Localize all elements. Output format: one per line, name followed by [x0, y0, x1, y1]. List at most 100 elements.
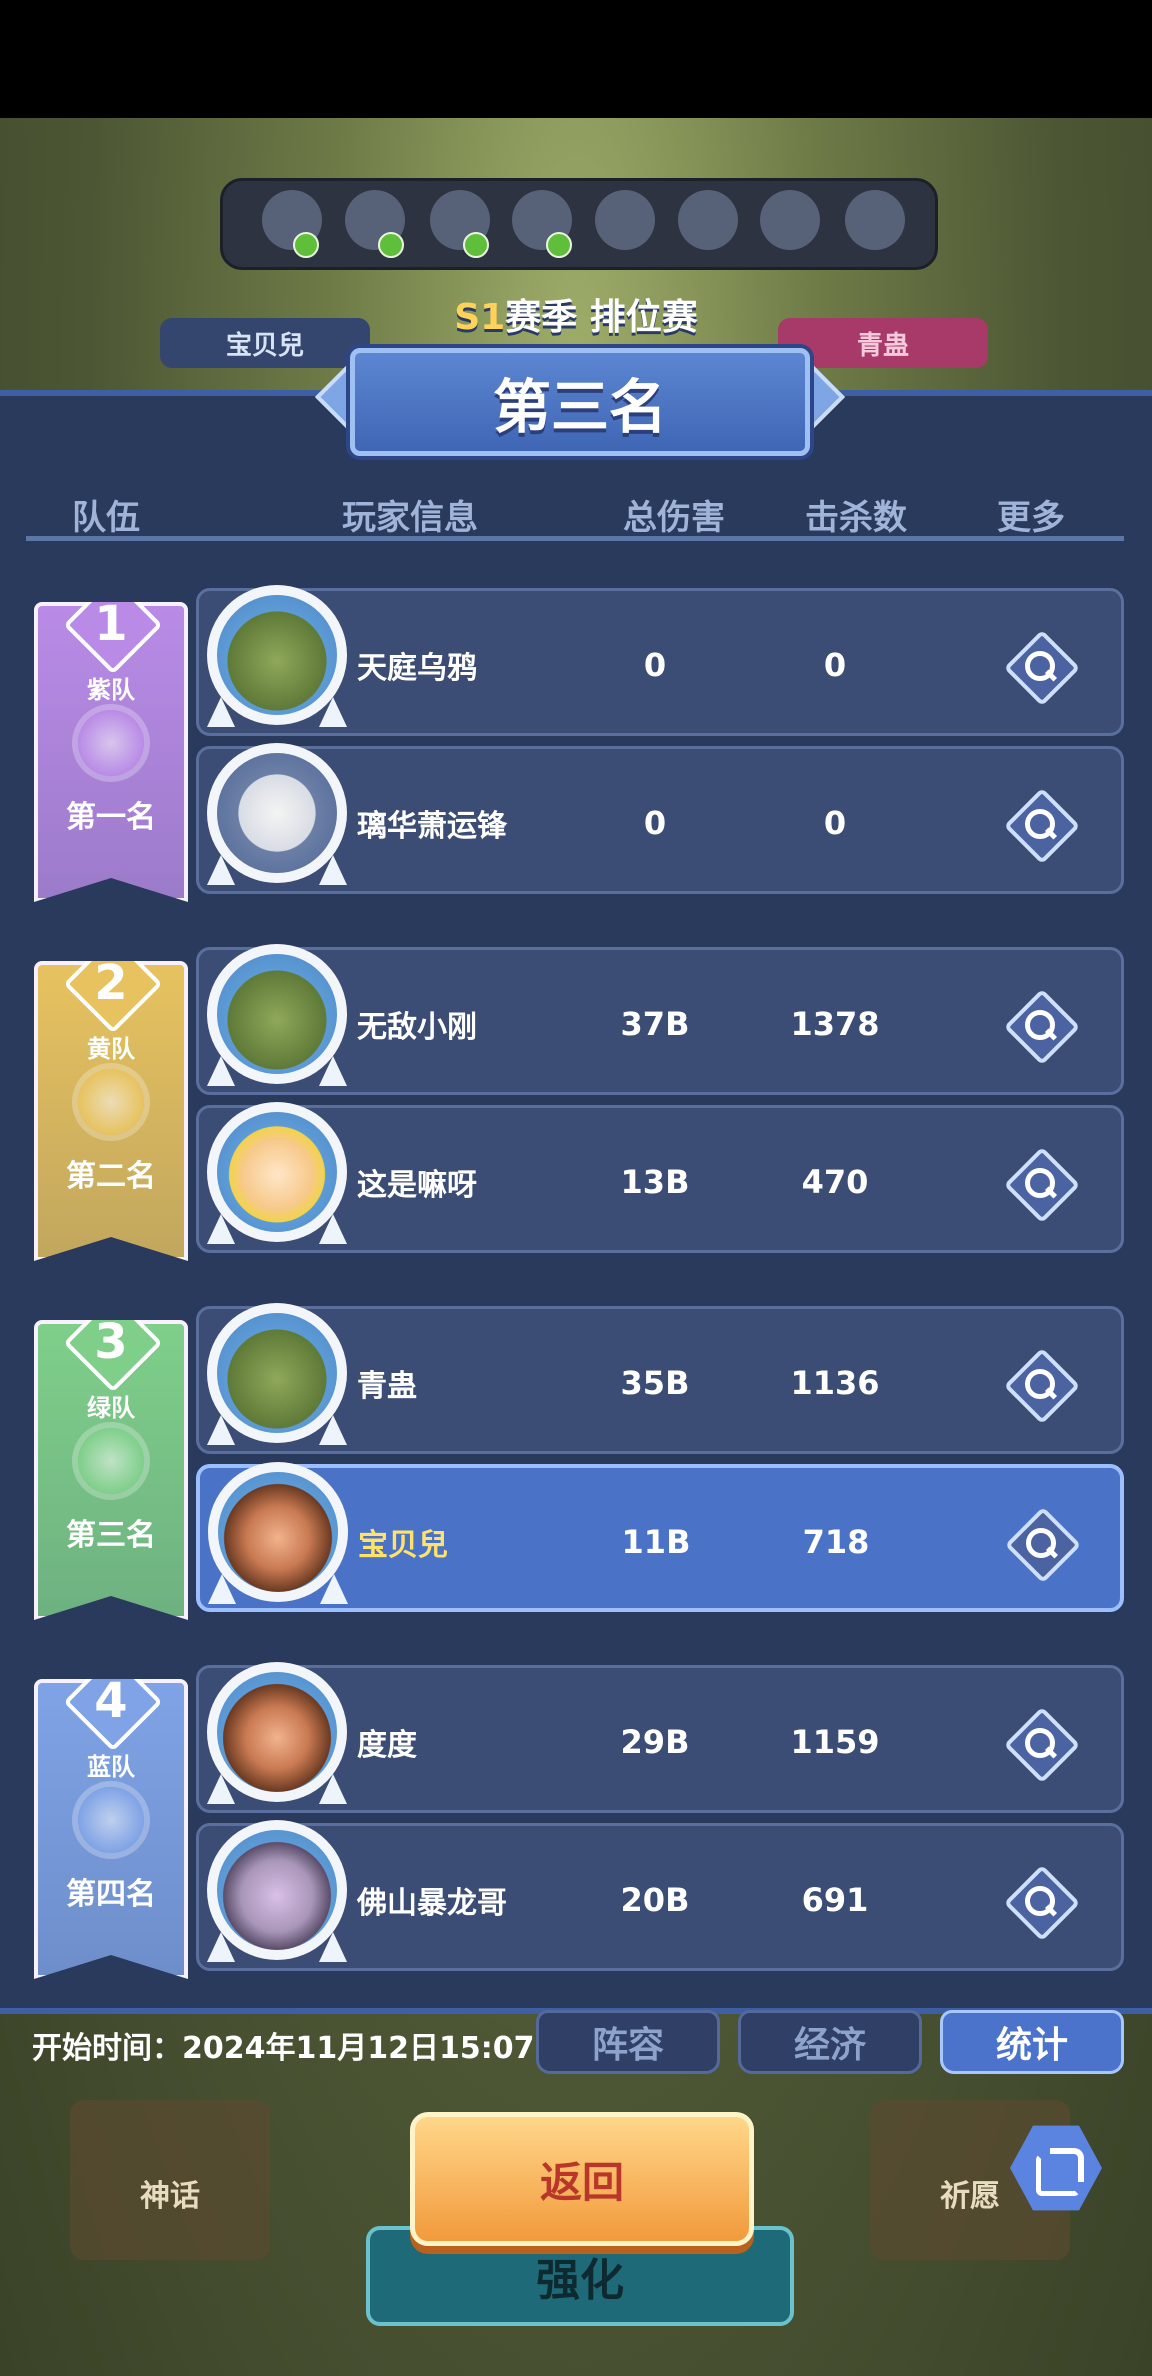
team-banner: 2 黄队 第二名: [34, 961, 188, 1261]
start-time-value: 2024年11月12日15:07: [182, 2031, 535, 2066]
snow-tree-icon: [207, 1056, 235, 1086]
player-name: 天庭乌鸦: [357, 651, 477, 686]
share-button[interactable]: [1010, 2122, 1102, 2214]
hero-slot-icon: [678, 190, 738, 250]
team-number: 3: [94, 1314, 128, 1370]
player-row[interactable]: 璃华萧运锋 0 0: [196, 743, 1124, 894]
header-kills: 击杀数: [805, 498, 907, 538]
team-rank: 第四名: [66, 1877, 156, 1912]
team-emblem-icon: [78, 710, 144, 776]
team-name: 紫队: [87, 676, 135, 704]
team-name: 绿队: [87, 1394, 135, 1422]
start-time-label: 开始时间：: [32, 2031, 182, 2066]
team-emblem-icon: [78, 1069, 144, 1135]
player-row[interactable]: 青蛊 35B 1136: [196, 1303, 1124, 1454]
hero-slot-icon: [845, 190, 905, 250]
header-divider: [26, 536, 1124, 541]
team-emblem-icon: [78, 1787, 144, 1853]
team-number: 4: [94, 1673, 128, 1729]
team-banner: 3 绿队 第三名: [34, 1320, 188, 1620]
snow-tree-icon: [207, 697, 235, 727]
player-name: 宝贝兒: [358, 1528, 448, 1563]
player-damage: 0: [643, 804, 667, 842]
check-icon: [293, 232, 319, 258]
myth-label: 神话: [140, 2179, 200, 2214]
player-name: 度度: [357, 1728, 417, 1763]
hero-slot-icon: [595, 190, 655, 250]
snow-tree-icon: [207, 1774, 235, 1804]
player-name: 无敌小刚: [357, 1010, 477, 1045]
hero-slot-icon: [760, 190, 820, 250]
more-info-button[interactable]: [1003, 1347, 1081, 1425]
snow-tree-icon: [319, 1415, 347, 1445]
snow-tree-icon: [207, 1932, 235, 1962]
player-name: 这是嘛呀: [357, 1168, 477, 1203]
header-more: 更多: [997, 498, 1065, 538]
share-arrow-shape: [1050, 2148, 1084, 2182]
more-info-button[interactable]: [1004, 1506, 1082, 1584]
snow-tree-icon: [207, 1415, 235, 1445]
start-time: 开始时间： 2024年11月12日15:07: [32, 2020, 535, 2070]
brownhair-avatar: [207, 1656, 347, 1806]
team-banner: 4 蓝队 第四名: [34, 1679, 188, 1979]
player-kills: 470: [801, 1163, 869, 1201]
player-damage: 11B: [621, 1523, 691, 1561]
team-name: 黄队: [87, 1035, 135, 1063]
player-row[interactable]: 天庭乌鸦 0 0: [196, 585, 1124, 736]
croc-avatar: [207, 579, 347, 729]
check-icon: [546, 232, 572, 258]
brownhair-avatar: [208, 1456, 348, 1606]
croc-avatar: [207, 938, 347, 1088]
player-row[interactable]: 这是嘛呀 13B 470: [196, 1102, 1124, 1253]
player-kills: 718: [802, 1523, 870, 1561]
tab-lineup[interactable]: 阵容: [536, 2010, 720, 2074]
player-name: 佛山暴龙哥: [357, 1886, 507, 1921]
player-row[interactable]: 无敌小刚 37B 1378: [196, 944, 1124, 1095]
team-rank: 第二名: [66, 1159, 156, 1194]
player-row[interactable]: 宝贝兒 11B 718: [196, 1462, 1124, 1612]
more-info-button[interactable]: [1003, 1706, 1081, 1784]
season-prefix: S1: [454, 297, 506, 338]
more-info-button[interactable]: [1003, 787, 1081, 865]
team-emblem-icon: [78, 1428, 144, 1494]
team-rank: 第三名: [66, 1518, 156, 1553]
status-bar: [0, 0, 1152, 118]
snow-tree-icon: [207, 1214, 235, 1244]
header-team: 队伍: [72, 498, 140, 538]
team-rank: 第一名: [66, 800, 156, 835]
season-title: S1赛季 排位赛: [0, 288, 1152, 340]
check-icon: [463, 232, 489, 258]
player-damage: 29B: [620, 1723, 690, 1761]
more-info-button[interactable]: [1003, 1864, 1081, 1942]
snow-tree-icon: [319, 1932, 347, 1962]
player-row[interactable]: 度度 29B 1159: [196, 1662, 1124, 1813]
player-kills: 0: [823, 804, 847, 842]
back-button[interactable]: 返回: [410, 2112, 754, 2246]
more-info-button[interactable]: [1003, 629, 1081, 707]
more-info-button[interactable]: [1003, 988, 1081, 1066]
snow-tree-icon: [319, 855, 347, 885]
player-kills: 1378: [790, 1005, 880, 1043]
player-kills: 0: [823, 646, 847, 684]
team-number: 2: [94, 955, 128, 1011]
more-info-button[interactable]: [1003, 1146, 1081, 1224]
tab-economy[interactable]: 经济: [738, 2010, 922, 2074]
snow-tree-icon: [320, 1574, 348, 1604]
snow-tree-icon: [319, 1774, 347, 1804]
tab-stats[interactable]: 统计: [940, 2010, 1124, 2074]
team-banner: 1 紫队 第一名: [34, 602, 188, 902]
player-damage: 0: [643, 646, 667, 684]
check-icon: [378, 232, 404, 258]
player-damage: 37B: [620, 1005, 690, 1043]
player-damage: 35B: [620, 1364, 690, 1402]
snow-tree-icon: [319, 1056, 347, 1086]
placement-title: 第三名: [350, 348, 810, 456]
player-row[interactable]: 佛山暴龙哥 20B 691: [196, 1820, 1124, 1971]
snow-tree-icon: [319, 1214, 347, 1244]
wizard-avatar: [207, 737, 347, 887]
player-damage: 20B: [620, 1881, 690, 1919]
snow-tree-icon: [208, 1574, 236, 1604]
princess-avatar: [207, 1096, 347, 1246]
season-label: 赛季 排位赛: [505, 297, 698, 338]
player-damage: 13B: [620, 1163, 690, 1201]
